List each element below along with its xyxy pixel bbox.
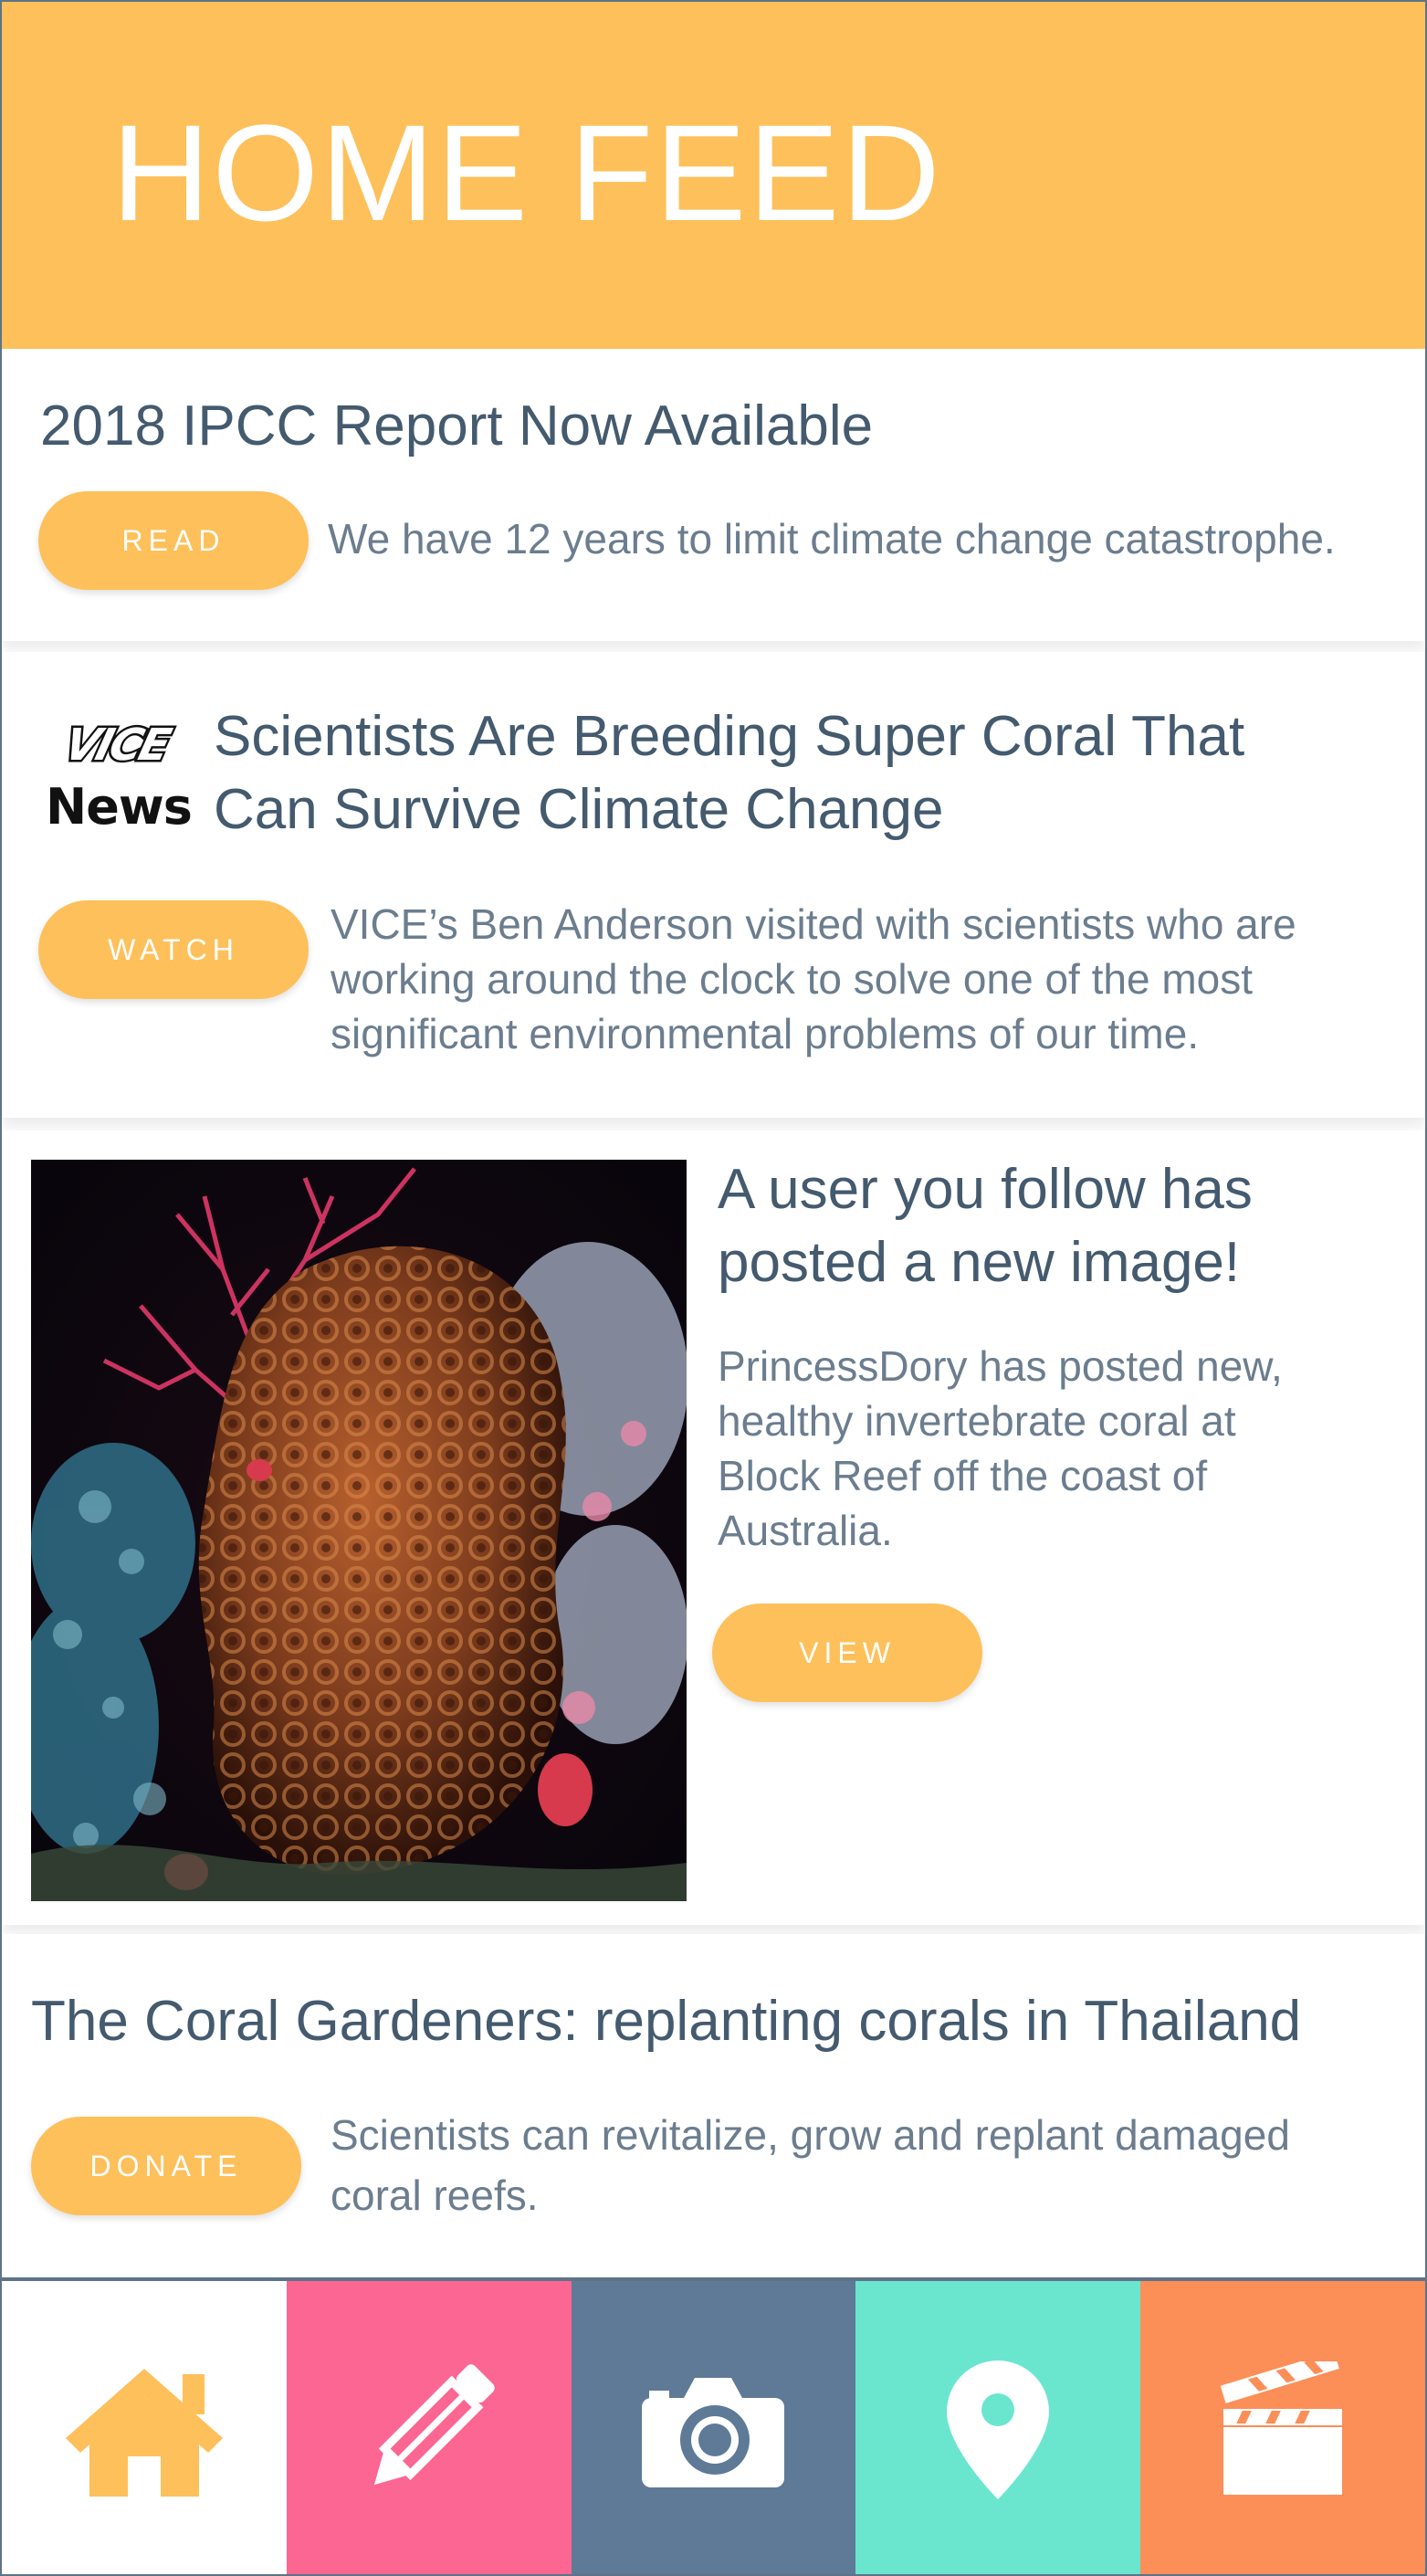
home-icon xyxy=(65,2368,223,2497)
clapperboard-icon xyxy=(1214,2360,1343,2495)
feed-card-vice: Scientists Are Breeding Super Coral That… xyxy=(2,652,1425,1118)
map-pin-icon xyxy=(947,2360,1050,2499)
header: HOME FEED xyxy=(2,2,1425,349)
card-title-line-1: Scientists Are Breeding Super Coral That xyxy=(214,705,1245,768)
card-description-line-2: working around the clock to solve one of… xyxy=(331,955,1254,1003)
tab-camera[interactable] xyxy=(571,2281,856,2574)
card-description-line-1: PrincessDory has posted new, xyxy=(718,1342,1283,1390)
read-button[interactable]: READ xyxy=(38,491,309,590)
svg-text:News: News xyxy=(46,778,192,835)
tab-map[interactable] xyxy=(855,2281,1141,2574)
tab-videos[interactable] xyxy=(1140,2281,1425,2574)
card-description: We have 12 years to limit climate change… xyxy=(328,515,1336,563)
watch-button[interactable]: WATCH xyxy=(38,900,309,999)
svg-text:VICE: VICE xyxy=(59,720,175,771)
card-description-line-2: coral reefs. xyxy=(331,2171,539,2219)
camera-icon xyxy=(642,2377,785,2487)
card-description-line-4: Australia. xyxy=(718,1507,893,1554)
card-description-line-1: VICE’s Ben Anderson visited with scienti… xyxy=(331,900,1296,948)
bottom-tab-bar xyxy=(2,2277,1425,2574)
tab-compose[interactable] xyxy=(286,2281,572,2574)
page-title: HOME FEED xyxy=(111,96,942,249)
donate-button[interactable]: DONATE xyxy=(31,2117,301,2215)
pencil-icon xyxy=(373,2363,495,2485)
feed-card-ipcc: 2018 IPCC Report Now Available READ We h… xyxy=(2,349,1425,641)
card-title-line-2: Can Survive Climate Change xyxy=(214,778,944,841)
tab-home[interactable] xyxy=(2,2281,287,2574)
card-description-line-2: healthy invertebrate coral at xyxy=(718,1397,1236,1445)
card-description-line-3: significant environmental problems of ou… xyxy=(331,1010,1200,1057)
app-frame: HOME FEED 2018 IPCC Report Now Available… xyxy=(0,0,1427,2576)
card-description-line-3: Block Reef off the coast of xyxy=(718,1452,1208,1499)
view-button[interactable]: VIEW xyxy=(712,1603,982,1702)
coral-photo[interactable] xyxy=(31,1160,687,1901)
card-title-line-2: posted a new image! xyxy=(718,1231,1241,1294)
card-title-line-1: A user you follow has xyxy=(718,1158,1253,1221)
card-title: 2018 IPCC Report Now Available xyxy=(40,394,874,457)
card-description-line-1: Scientists can revitalize, grow and repl… xyxy=(331,2111,1290,2159)
card-title: The Coral Gardeners: replanting corals i… xyxy=(31,1990,1302,2053)
vice-news-logo: VICE News xyxy=(46,718,193,835)
feed-card-coral-gardeners: The Coral Gardeners: replanting corals i… xyxy=(2,1934,1425,2274)
